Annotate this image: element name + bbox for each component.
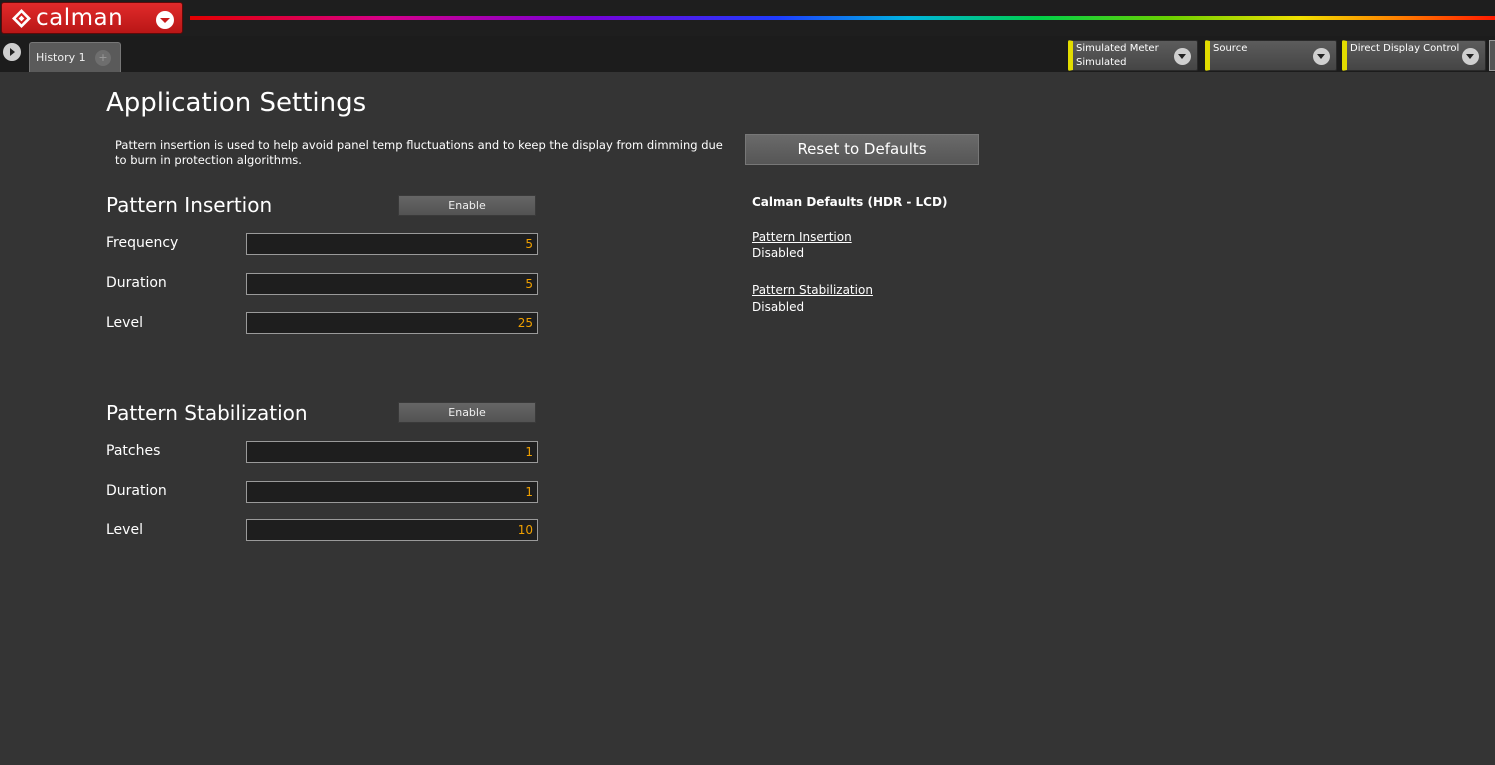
stabilization-duration-input[interactable]: [246, 481, 538, 503]
source-device-selector[interactable]: Source: [1205, 40, 1337, 71]
meter-device-selector[interactable]: Simulated Meter Simulated: [1068, 40, 1198, 71]
expand-panel-icon[interactable]: [3, 43, 21, 61]
calman-logo-icon: [12, 9, 31, 28]
device-subtitle: Simulated: [1076, 57, 1127, 68]
pattern-stabilization-title: Pattern Stabilization: [106, 401, 308, 425]
chevron-down-icon[interactable]: [1462, 48, 1479, 65]
device-title: Simulated Meter: [1076, 43, 1159, 54]
calman-window: calman History 1 + Simulated Meter Simul…: [0, 0, 1495, 765]
insertion-level-input[interactable]: [246, 312, 538, 334]
calman-menu-button[interactable]: calman: [1, 2, 183, 34]
stabilization-level-input[interactable]: [246, 519, 538, 541]
settings-panel: Application Settings Pattern insertion i…: [0, 72, 1495, 765]
tab-label: History 1: [36, 51, 86, 64]
brand-bar: calman: [0, 0, 1495, 36]
stabilization-patches-input[interactable]: [246, 441, 538, 463]
reset-defaults-button[interactable]: Reset to Defaults: [745, 134, 979, 165]
add-tab-icon[interactable]: +: [95, 50, 111, 66]
device-overflow-edge[interactable]: [1489, 40, 1495, 71]
brand-name: calman: [36, 5, 124, 31]
default-pattern-insertion-link[interactable]: Pattern Insertion: [752, 230, 852, 244]
tab-history-1[interactable]: History 1 +: [29, 42, 121, 72]
frequency-label: Frequency: [106, 235, 179, 251]
level-label: Level: [106, 522, 143, 538]
duration-label: Duration: [106, 275, 167, 291]
display-control-selector[interactable]: Direct Display Control: [1342, 40, 1486, 71]
insertion-duration-input[interactable]: [246, 273, 538, 295]
chevron-down-icon[interactable]: [1174, 48, 1191, 65]
pattern-stabilization-enable-button[interactable]: Enable: [398, 402, 536, 423]
level-label: Level: [106, 315, 143, 331]
device-title: Source: [1213, 43, 1248, 54]
default-pattern-insertion-value: Disabled: [752, 246, 805, 260]
page-title: Application Settings: [106, 88, 367, 118]
insertion-frequency-input[interactable]: [246, 233, 538, 255]
defaults-title: Calman Defaults (HDR - LCD): [752, 195, 948, 209]
chevron-down-icon[interactable]: [156, 11, 174, 29]
device-title: Direct Display Control: [1350, 43, 1460, 54]
pattern-insertion-enable-button[interactable]: Enable: [398, 195, 536, 216]
default-pattern-stabilization-link[interactable]: Pattern Stabilization: [752, 283, 873, 297]
patches-label: Patches: [106, 443, 161, 459]
chevron-down-icon[interactable]: [1313, 48, 1330, 65]
default-pattern-stabilization-value: Disabled: [752, 300, 805, 314]
pattern-insertion-title: Pattern Insertion: [106, 193, 273, 217]
spectrum-line: [190, 16, 1495, 20]
page-description: Pattern insertion is used to help avoid …: [115, 138, 723, 167]
duration-label: Duration: [106, 483, 167, 499]
